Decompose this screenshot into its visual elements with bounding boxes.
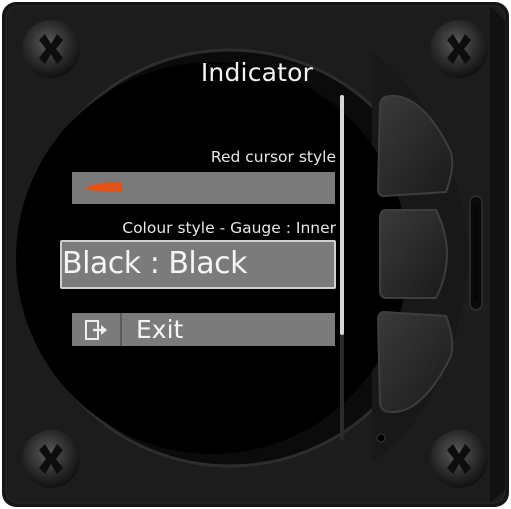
- exit-door-icon: [85, 320, 107, 340]
- cursor-style-label: Red cursor style: [210, 148, 336, 166]
- exit-label: Exit: [136, 315, 184, 344]
- colour-style-selector[interactable]: Black : Black: [60, 240, 336, 289]
- screw-bottom-right-icon: [430, 430, 488, 488]
- screw-bottom-left-icon: [22, 430, 80, 488]
- colour-style-value: Black : Black: [62, 246, 248, 281]
- screen-title: Indicator: [200, 58, 314, 87]
- screw-top-right-icon: [430, 20, 488, 78]
- screw-top-left-icon: [22, 20, 80, 78]
- lower-soft-button[interactable]: [376, 308, 460, 416]
- red-cursor-marker-icon: [84, 182, 122, 192]
- cursor-style-selector[interactable]: [72, 172, 335, 204]
- instrument-device: Indicator Red cursor style Colour style …: [0, 0, 511, 509]
- exit-icon-cell: [72, 313, 122, 346]
- exit-button[interactable]: Exit: [72, 313, 335, 346]
- middle-soft-button[interactable]: [378, 206, 460, 302]
- menu-scrollbar-thumb[interactable]: [340, 95, 344, 335]
- upper-soft-button[interactable]: [376, 92, 460, 200]
- colour-style-label: Colour style - Gauge : Inner: [122, 219, 336, 237]
